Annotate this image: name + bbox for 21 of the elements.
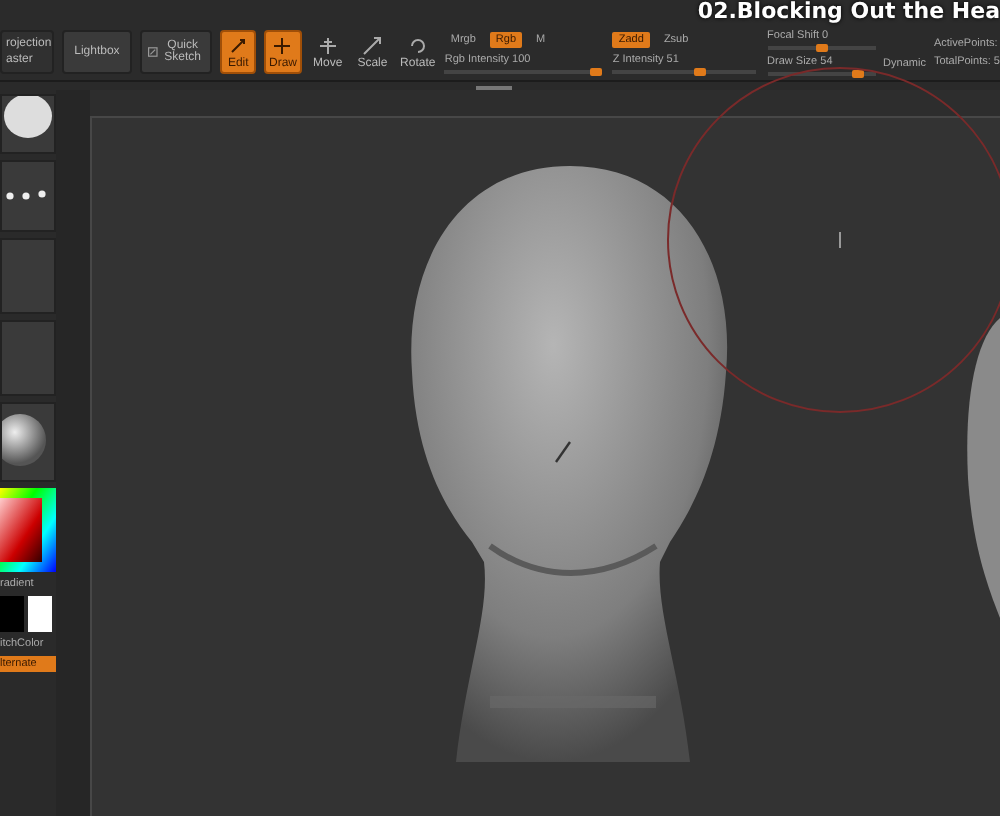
video-title: 02.Blocking Out the Hea bbox=[697, 0, 1000, 22]
color-picker[interactable] bbox=[0, 488, 56, 572]
main-color-swatch[interactable] bbox=[0, 596, 24, 632]
alpha-thumbnail[interactable] bbox=[0, 238, 56, 314]
slider-thumb[interactable] bbox=[815, 43, 828, 51]
slider-thumb[interactable] bbox=[590, 67, 603, 75]
rotate-icon bbox=[407, 35, 428, 55]
pencil-icon bbox=[228, 35, 249, 55]
stroke-thumbnail[interactable] bbox=[0, 160, 56, 232]
brush-thumbnail[interactable] bbox=[0, 94, 56, 154]
texture-thumbnail[interactable] bbox=[0, 320, 56, 396]
sketch-icon bbox=[147, 44, 158, 60]
move-icon bbox=[317, 35, 338, 55]
canvas[interactable] bbox=[90, 116, 1000, 816]
scale-icon bbox=[362, 35, 383, 55]
slider-thumb[interactable] bbox=[693, 67, 706, 75]
brush-icon bbox=[272, 35, 293, 55]
slider-thumb[interactable] bbox=[852, 69, 865, 77]
material-thumbnail[interactable] bbox=[0, 402, 56, 482]
secondary-color-swatch[interactable] bbox=[28, 596, 52, 632]
dots-icon bbox=[6, 190, 50, 202]
